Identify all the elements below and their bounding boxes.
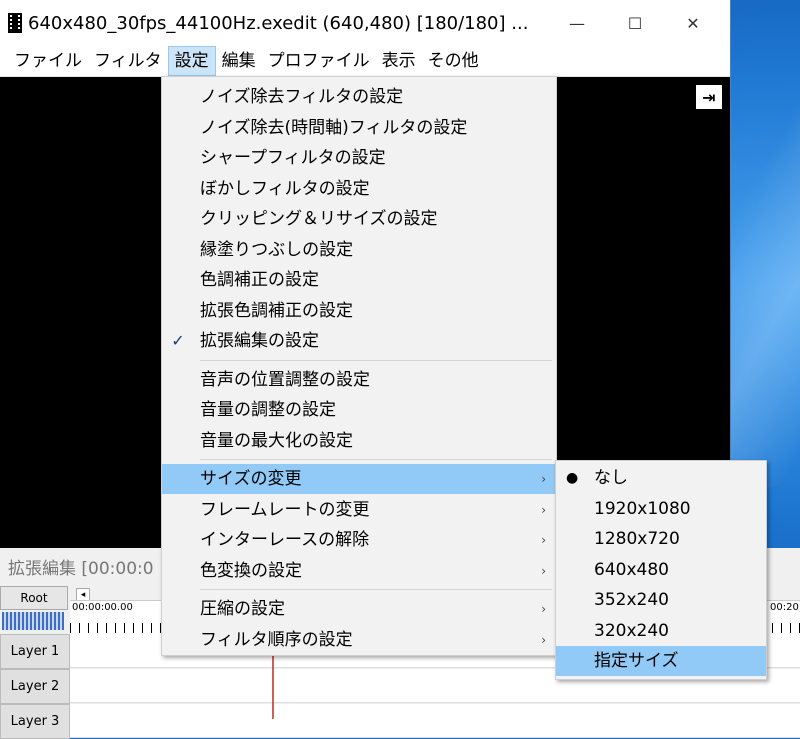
settings-menu-item[interactable]: 色変換の設定 › — [162, 556, 556, 586]
settings-menu-item[interactable]: シャープフィルタの設定 — [162, 143, 556, 173]
size-option-label: 指定サイズ — [594, 651, 679, 671]
menu-item-label: インターレースの解除 — [200, 530, 370, 550]
settings-menu-item[interactable]: フィルタ順序の設定 › — [162, 625, 556, 655]
menu-other[interactable]: その他 — [422, 46, 485, 76]
layer-label-1[interactable]: Layer 1 — [0, 634, 70, 669]
menu-view[interactable]: 表示 — [376, 46, 422, 76]
menu-separator — [200, 589, 552, 590]
audio-wave-icon — [2, 612, 64, 630]
size-option[interactable]: 1280x720 — [556, 524, 766, 554]
size-option[interactable]: ● なし — [556, 463, 766, 493]
size-option-label: 352x240 — [594, 590, 669, 610]
menu-profile[interactable]: プロファイル — [262, 46, 376, 76]
menu-item-label: ぼかしフィルタの設定 — [200, 178, 370, 199]
timeline-title: 拡張編集 [00:00:0 — [8, 559, 154, 579]
settings-menu-item[interactable]: 圧縮の設定 › — [162, 594, 556, 624]
settings-menu-item[interactable]: 拡張色調補正の設定 — [162, 296, 556, 326]
menu-separator — [200, 459, 552, 460]
size-option-label: 1280x720 — [594, 529, 680, 549]
layer-label-3[interactable]: Layer 3 — [0, 704, 70, 739]
size-option[interactable]: 320x240 — [556, 616, 766, 646]
chevron-right-icon: › — [541, 533, 546, 547]
size-option-label: 320x240 — [594, 620, 669, 641]
settings-menu-item[interactable]: ノイズ除去(時間軸)フィルタの設定 — [162, 113, 556, 143]
size-option-label: 1920x1080 — [594, 498, 691, 519]
menu-item-label: フレームレートの変更 — [200, 499, 370, 520]
size-option[interactable]: 指定サイズ — [556, 646, 766, 676]
menu-bar: ファイル フィルタ 設定 編集 プロファイル 表示 その他 — [0, 46, 730, 77]
layer-label-2[interactable]: Layer 2 — [0, 669, 70, 704]
menu-item-label: サイズの変更 — [200, 469, 302, 489]
menu-separator — [200, 359, 552, 361]
check-icon: ✓ — [171, 331, 185, 350]
settings-menu-item[interactable]: 音量の最大化の設定 — [162, 426, 556, 456]
settings-menu-item[interactable]: 色調補正の設定 — [162, 265, 556, 295]
settings-menu: ノイズ除去フィルタの設定ノイズ除去(時間軸)フィルタの設定 シャープフィルタの設定… — [161, 76, 557, 656]
menu-item-label: 拡張編集の設定 — [200, 331, 319, 351]
settings-menu-item[interactable]: 音量の調整の設定 — [162, 395, 556, 425]
maximize-button[interactable]: ☐ — [606, 0, 664, 46]
radio-bullet-icon: ● — [566, 470, 579, 486]
root-button[interactable]: Root — [0, 586, 68, 610]
size-option-label: 640x480 — [594, 559, 669, 580]
menu-settings[interactable]: 設定 — [167, 46, 216, 76]
menu-item-label: シャープフィルタの設定 — [200, 148, 386, 168]
settings-menu-item[interactable]: ノイズ除去フィルタの設定 — [162, 82, 556, 112]
menu-item-label: ノイズ除去(時間軸)フィルタの設定 — [200, 117, 468, 138]
window-title: 640x480_30fps_44100Hz.exedit (640,480) [… — [28, 12, 529, 34]
film-icon — [8, 13, 22, 33]
chevron-right-icon: › — [541, 602, 546, 616]
minimize-button[interactable]: — — [548, 0, 606, 46]
size-option[interactable]: 352x240 — [556, 585, 766, 615]
menu-item-label: 音量の調整の設定 — [200, 400, 336, 420]
menu-item-label: 縁塗りつぶしの設定 — [200, 239, 354, 260]
menu-item-label: 色変換の設定 — [200, 560, 302, 581]
menu-item-label: フィルタ順序の設定 — [200, 629, 353, 650]
menu-file[interactable]: ファイル — [8, 46, 88, 76]
menu-item-label: ノイズ除去フィルタの設定 — [200, 87, 404, 107]
settings-menu-item[interactable]: フレームレートの変更 › — [162, 495, 556, 525]
menu-item-label: クリッピング＆リサイズの設定 — [200, 209, 438, 229]
size-option[interactable]: 640x480 — [556, 555, 766, 585]
settings-menu-item[interactable]: 縁塗りつぶしの設定 — [162, 235, 556, 265]
time-right: 00:20. — [770, 602, 800, 613]
size-option[interactable]: 1920x1080 — [556, 494, 766, 524]
time-start: 00:00:00.00 — [72, 602, 133, 613]
close-button[interactable]: ✕ — [664, 0, 722, 46]
settings-menu-item[interactable]: サイズの変更 › — [162, 464, 556, 494]
size-option-label: なし — [594, 468, 628, 488]
settings-menu-item[interactable]: インターレースの解除 › — [162, 525, 556, 555]
settings-menu-item[interactable]: ✓ 拡張編集の設定 — [162, 326, 556, 356]
menu-edit[interactable]: 編集 — [216, 46, 262, 76]
expand-icon[interactable]: ⇥ — [696, 85, 722, 109]
chevron-right-icon: › — [541, 563, 546, 578]
menu-filter[interactable]: フィルタ — [88, 46, 168, 76]
chevron-right-icon: › — [541, 632, 546, 647]
chevron-right-icon: › — [541, 472, 546, 486]
chevron-right-icon: › — [541, 502, 546, 517]
menu-item-label: 音量の最大化の設定 — [200, 430, 353, 451]
settings-menu-item[interactable]: 音声の位置調整の設定 — [162, 365, 556, 395]
menu-item-label: 色調補正の設定 — [200, 270, 319, 290]
settings-menu-item[interactable]: ぼかしフィルタの設定 — [162, 174, 556, 204]
layer-track-3[interactable] — [70, 704, 800, 738]
menu-item-label: 音声の位置調整の設定 — [200, 369, 370, 390]
menu-item-label: 圧縮の設定 — [200, 599, 285, 619]
settings-menu-item[interactable]: クリッピング＆リサイズの設定 — [162, 204, 556, 234]
size-submenu: ● なし 1920x1080 1280x720 640x480 352x240 320x24… — [555, 460, 767, 680]
title-bar[interactable]: 640x480_30fps_44100Hz.exedit (640,480) [… — [0, 0, 730, 46]
menu-item-label: 拡張色調補正の設定 — [200, 300, 353, 321]
